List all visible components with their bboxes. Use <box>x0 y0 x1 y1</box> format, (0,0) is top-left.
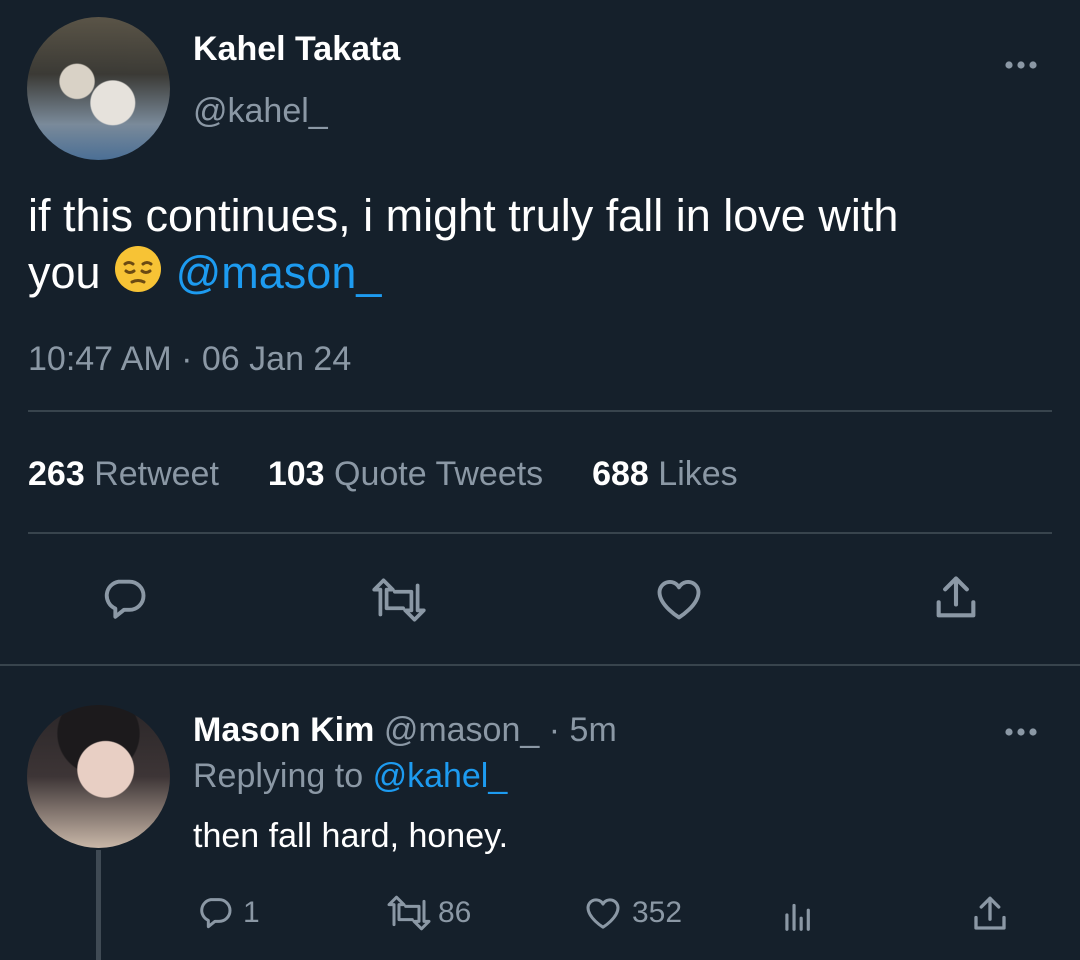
tweet-text-line2: you @mason_ <box>28 244 898 301</box>
reply-header: Mason Kim @mason_ · 5m <box>193 711 617 750</box>
reply-reply-icon <box>195 893 235 933</box>
tweet-date: 06 Jan 24 <box>201 340 352 378</box>
reply-author-handle[interactable]: @mason_ <box>384 711 539 749</box>
reply-icon[interactable] <box>98 573 150 625</box>
tweet-date-separator: · <box>181 340 193 378</box>
reply-more-options-icon[interactable] <box>1003 722 1039 742</box>
author-avatar[interactable] <box>27 17 170 160</box>
tweet-time: 10:47 AM <box>28 340 172 378</box>
reply-retweet-action[interactable]: 86 <box>384 893 471 933</box>
author-name[interactable]: Kahel Takata <box>193 30 400 69</box>
reply-like-action[interactable]: 352 <box>582 893 682 933</box>
reply-author-name[interactable]: Mason Kim <box>193 711 374 749</box>
retweet-icon[interactable] <box>368 575 430 625</box>
likes-stat[interactable]: 688 Likes <box>592 455 738 493</box>
divider-bottom <box>0 664 1080 666</box>
replying-to-handle[interactable]: @kahel_ <box>373 757 508 795</box>
reply-text: then fall hard, honey. <box>193 817 509 855</box>
mention-link[interactable]: @mason_ <box>176 247 382 298</box>
quotes-stat[interactable]: 103 Quote Tweets <box>268 455 543 493</box>
reply-reply-action[interactable]: 1 <box>195 893 260 933</box>
retweets-label: Retweet <box>94 455 219 493</box>
like-icon[interactable] <box>652 573 706 625</box>
reply-reply-count: 1 <box>243 896 260 929</box>
share-icon[interactable] <box>930 572 982 624</box>
tweet-stats: 263 Retweet 103 Quote Tweets 688 Likes <box>28 455 738 494</box>
replying-to-label: Replying to <box>193 757 364 795</box>
reply-age[interactable]: 5m <box>570 711 617 749</box>
reply-author-avatar[interactable] <box>27 705 170 848</box>
tweet-text: if this continues, i might truly fall in… <box>28 188 898 301</box>
divider-top <box>28 410 1052 412</box>
likes-label: Likes <box>658 455 738 493</box>
author-handle[interactable]: @kahel_ <box>193 92 328 131</box>
retweets-stat[interactable]: 263 Retweet <box>28 455 219 493</box>
tweet-text-you: you <box>28 247 101 298</box>
tweet-timestamp[interactable]: 10:47 AM · 06 Jan 24 <box>28 340 351 379</box>
reply-retweet-count: 86 <box>438 896 472 929</box>
more-options-icon[interactable] <box>1003 55 1039 75</box>
pensive-face-icon <box>113 244 163 294</box>
likes-count: 688 <box>592 455 649 493</box>
retweets-count: 263 <box>28 455 85 493</box>
thread-line <box>96 850 101 960</box>
reply-share-icon[interactable] <box>969 893 1011 935</box>
tweet-text-line1: if this continues, i might truly fall in… <box>28 190 899 241</box>
reply-like-count: 352 <box>632 896 683 929</box>
analytics-icon[interactable] <box>778 896 818 934</box>
reply-separator: · <box>548 711 561 749</box>
divider-middle <box>28 532 1052 534</box>
reply-like-icon <box>582 893 624 933</box>
replying-to: Replying to @kahel_ <box>193 757 507 796</box>
quotes-label: Quote Tweets <box>334 455 544 493</box>
quotes-count: 103 <box>267 455 325 493</box>
reply-retweet-icon <box>384 893 434 933</box>
